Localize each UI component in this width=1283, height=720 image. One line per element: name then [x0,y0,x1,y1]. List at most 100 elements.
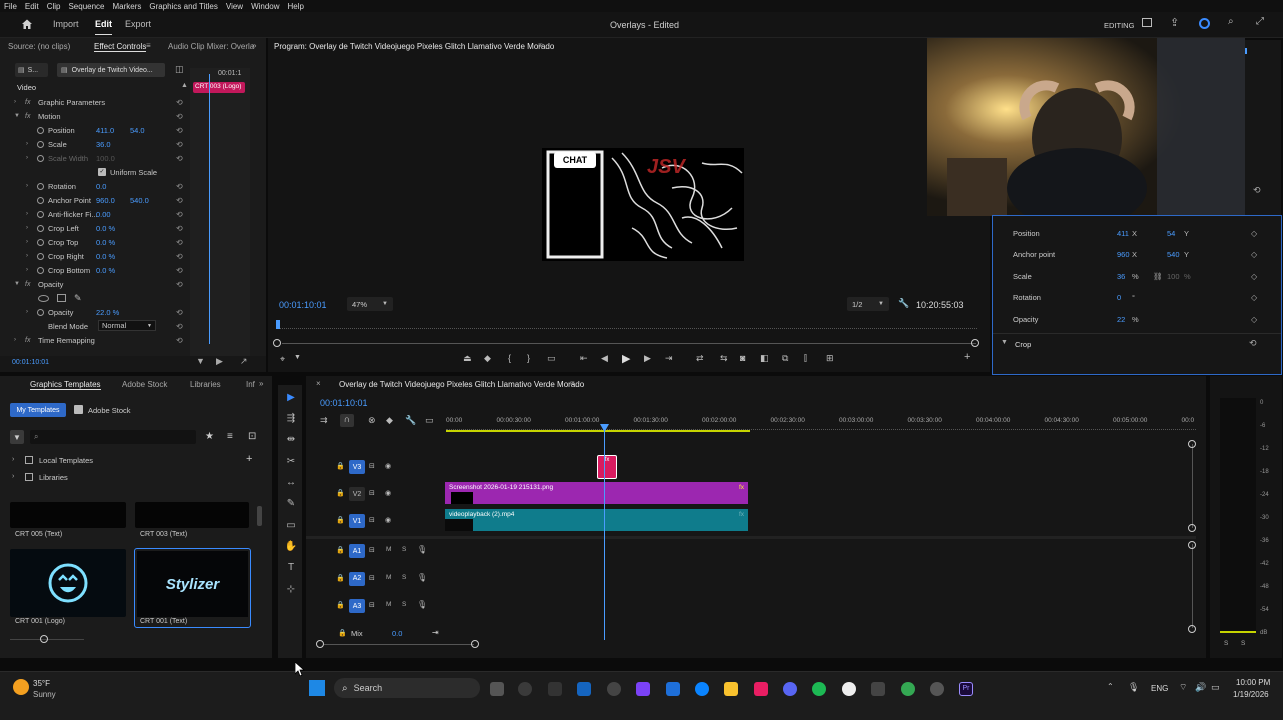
pen-tool-icon[interactable]: ✎ [284,496,298,510]
selection-tool-icon[interactable]: ▶ [284,390,298,404]
effect-row-opacity[interactable]: ▼ fx Opacity ⟲ [0,277,188,291]
property-value[interactable]: 411.0 [96,126,114,135]
chevron-right-icon[interactable]: » [259,379,263,388]
back-icon[interactable] [548,682,562,696]
workspace-label[interactable]: EDITING [1104,21,1134,30]
program-video-frame[interactable]: JSV CHAT [542,148,744,261]
edge-icon[interactable] [695,682,709,696]
menu-window[interactable]: Window [251,2,279,11]
workspaces-icon[interactable] [1142,18,1152,27]
audio-track-scrollbar[interactable] [1192,544,1193,628]
wifi-icon[interactable]: ⌔ [1179,682,1187,693]
search-icon[interactable]: ⌕ [1228,16,1234,27]
property-value[interactable]: 960.0 [96,196,115,205]
effect-mini-timeline[interactable] [190,68,250,358]
app-icon[interactable] [871,682,885,696]
file-explorer-icon[interactable] [724,682,738,696]
property-value-1[interactable]: 22 [1117,315,1125,324]
effect-row-crop-bottom[interactable]: › Crop Bottom 0.0 % ⟲ [0,263,188,277]
go-to-in-icon[interactable]: ⇤ [580,353,588,364]
stopwatch-icon[interactable] [37,154,44,162]
tab-effect-controls[interactable]: Effect Controls [94,42,147,52]
sequence-tab[interactable]: Overlay de Twitch Videojuego Pixeles Gli… [339,380,584,389]
chevron-right-icon[interactable]: › [14,337,16,343]
effect-controls-timecode[interactable]: 00:01:10:01 [12,359,49,366]
property-value-2[interactable]: 540.0 [130,196,149,205]
lock-icon[interactable]: 🔒 [336,516,345,524]
property-value[interactable]: 0.0 % [96,266,115,275]
sync-lock-icon[interactable]: ⊟ [369,574,375,582]
effect-row-uniform-scale[interactable]: ✓ Uniform Scale [0,165,188,179]
step-forward-icon[interactable]: ▶ [644,353,651,364]
reset-icon[interactable]: ⟲ [176,126,183,135]
keyframe-icon[interactable]: ◇ [1251,315,1257,324]
rectangle-mask-icon[interactable] [57,294,66,302]
clock-time[interactable]: 10:00 PM [1236,678,1270,687]
property-value[interactable]: 0.0 [96,182,106,191]
premiere-pro-icon[interactable]: Pr [959,682,973,696]
timeline-zoom-bar[interactable] [324,644,474,645]
reset-icon[interactable]: ⟲ [176,336,183,345]
zoom-handle-left[interactable] [316,640,324,648]
template-thumbnail[interactable] [10,549,126,617]
video-track-scrollbar[interactable] [1192,444,1193,528]
instagram-icon[interactable] [754,682,768,696]
lock-icon[interactable]: 🔒 [338,629,347,637]
reset-icon[interactable]: ⟲ [176,98,183,107]
rectangle-tool-icon[interactable]: ▭ [284,518,298,532]
track-target[interactable]: V3 [349,460,365,474]
audio-track-header-a3[interactable]: 🔒 A3 ⊟ M S 🎙 [306,599,436,615]
spotify-icon[interactable] [812,682,826,696]
menu-view[interactable]: View [226,2,243,11]
program-playhead[interactable] [276,320,280,329]
ripple-edit-tool-icon[interactable]: ⇹ [284,432,298,446]
lock-icon[interactable]: 🔒 [336,489,345,497]
tab-libraries[interactable]: Libraries [190,380,221,389]
effect-row-opacity[interactable]: › Opacity 22.0 % ⟲ [0,305,188,319]
reset-icon[interactable]: ⟲ [176,154,183,163]
menu-icon[interactable]: ≡ [146,41,151,50]
app-icon[interactable] [930,682,944,696]
effect-row-position[interactable]: Position 411.0 54.0 ⟲ [0,123,188,137]
template-label[interactable]: CRT 001 (Logo) [15,618,65,625]
subtab-my-templates[interactable]: My Templates [10,403,66,417]
menu-help[interactable]: Help [288,2,304,11]
step-back-icon[interactable]: ◀ [601,353,608,364]
reset-icon[interactable]: ⟲ [176,280,183,289]
chrome-icon[interactable] [901,682,915,696]
sync-lock-icon[interactable]: ⊟ [369,489,375,497]
chevron-right-icon[interactable]: › [26,253,28,259]
mute-button[interactable]: M [386,546,391,553]
scroll-up-icon[interactable]: ▲ [181,82,188,89]
microphone-icon[interactable]: 🎙 [1128,682,1139,693]
track-divider[interactable] [306,536,1196,539]
audio-track-header-a2[interactable]: 🔒 A2 ⊟ M S 🎙 [306,571,436,588]
ellipse-mask-icon[interactable] [38,294,49,302]
master-clip-selector[interactable]: ▤ S... [15,63,48,77]
chevron-right-icon[interactable]: › [26,309,28,315]
close-icon[interactable]: × [316,379,321,388]
property-value[interactable]: 36.0 [96,140,111,149]
property-value-1[interactable]: 960 [1117,250,1130,259]
eye-icon[interactable]: ◉ [385,462,391,470]
stopwatch-icon[interactable] [37,308,44,316]
tab-adobe-stock[interactable]: Adobe Stock [122,380,167,389]
weather-temperature[interactable]: 35°F [33,679,50,688]
workspace-export[interactable]: Export [125,19,151,29]
insert-frame-icon[interactable]: ⌖ [280,354,285,365]
microphone-icon[interactable]: 🎙 [417,600,427,609]
lift-icon[interactable]: ⏏ [463,353,472,364]
stopwatch-icon[interactable] [37,182,44,190]
eye-icon[interactable]: ◉ [385,489,391,497]
solo-right-button[interactable]: S [1241,640,1245,647]
marker-icon[interactable]: ◆ [484,353,491,364]
chevron-right-icon[interactable]: › [12,473,14,480]
property-value-1[interactable]: 36 [1117,272,1125,281]
chevron-down-icon[interactable]: ▼ [14,113,20,119]
menu-markers[interactable]: Markers [113,2,142,11]
zoom-handle-right[interactable] [471,640,479,648]
chevron-right-icon[interactable]: › [12,456,14,463]
keyframe-icon[interactable]: ◇ [1251,272,1257,281]
task-view-icon[interactable] [490,682,504,696]
chevron-right-icon[interactable]: › [26,155,28,161]
